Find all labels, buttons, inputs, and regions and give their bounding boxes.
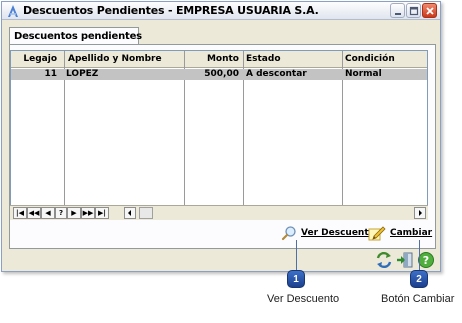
nav-help-button[interactable]: ? — [55, 207, 67, 219]
minimize-icon — [395, 13, 401, 15]
callout-1-badge: 1 — [287, 270, 305, 288]
tab-label: Descuentos pendientes — [14, 31, 142, 42]
column-header-condicion[interactable]: Condición — [345, 51, 425, 68]
column-header-legajo[interactable]: Legajo — [13, 51, 57, 68]
maximize-icon — [409, 6, 419, 16]
scroll-left-icon — [128, 210, 131, 216]
column-header-estado[interactable]: Estado — [246, 51, 336, 68]
refresh-button[interactable] — [375, 251, 393, 272]
cambiar-label: Cambiar — [390, 228, 433, 238]
scroll-right-icon — [419, 210, 422, 216]
table-row[interactable]: 11 LOPEZ 500,00 A descontar Normal — [11, 69, 427, 80]
ver-descuento-label: Ver Descuento — [301, 228, 375, 238]
maximize-button[interactable] — [406, 3, 421, 18]
door-exit-icon — [397, 252, 413, 268]
callout-1-label: Ver Descuento — [267, 293, 340, 305]
nav-next-button[interactable]: ▶ — [67, 207, 81, 219]
svg-text:?: ? — [423, 254, 429, 267]
cell-legajo: 11 — [44, 69, 57, 79]
column-header-monto[interactable]: Monto — [187, 51, 239, 68]
scroll-right-button[interactable] — [414, 207, 426, 219]
scroll-left-button[interactable] — [124, 207, 136, 219]
magnifier-icon — [281, 226, 296, 241]
cell-estado: A descontar — [246, 69, 307, 79]
callout-2-badge: 2 — [410, 270, 428, 288]
app-a-icon — [8, 5, 18, 17]
table-header: Legajo Apellido y Nombre Monto Estado Co… — [11, 51, 427, 68]
discounts-table: Legajo Apellido y Nombre Monto Estado Co… — [10, 50, 428, 220]
pencil-icon — [368, 226, 386, 241]
nav-last-button[interactable]: ▶| — [95, 207, 109, 219]
callout-2-line — [419, 240, 420, 270]
callout-1-line — [296, 240, 297, 270]
cambiar-button[interactable]: Cambiar — [368, 224, 432, 242]
callout-2-label: Botón Cambiar — [381, 293, 455, 305]
column-header-apellido-nombre[interactable]: Apellido y Nombre — [68, 51, 178, 68]
nav-first-button[interactable]: |◀ — [13, 207, 27, 219]
refresh-arrows-icon — [376, 251, 392, 269]
title-bar[interactable]: Descuentos Pendientes - EMPRESA USUARIA … — [2, 2, 440, 20]
horizontal-scrollbar-thumb[interactable] — [139, 207, 153, 219]
close-button[interactable] — [422, 3, 437, 18]
cell-monto: 500,00 — [204, 69, 239, 79]
cell-apellido-nombre: LOPEZ — [66, 69, 99, 79]
record-navigator: |◀ ◀◀ ◀ ? ▶ ▶▶ ▶| — [10, 205, 428, 220]
exit-button[interactable] — [396, 251, 414, 272]
close-icon — [426, 7, 434, 15]
cell-condicion: Normal — [345, 69, 382, 79]
nav-prev-button[interactable]: ◀ — [41, 207, 55, 219]
nav-next-page-button[interactable]: ▶▶ — [81, 207, 95, 219]
main-window: Descuentos Pendientes - EMPRESA USUARIA … — [1, 1, 441, 272]
nav-prev-page-button[interactable]: ◀◀ — [27, 207, 41, 219]
tab-descuentos-pendientes[interactable]: Descuentos pendientes — [9, 27, 142, 45]
minimize-button[interactable] — [390, 3, 405, 18]
window-title: Descuentos Pendientes - EMPRESA USUARIA … — [23, 4, 319, 17]
